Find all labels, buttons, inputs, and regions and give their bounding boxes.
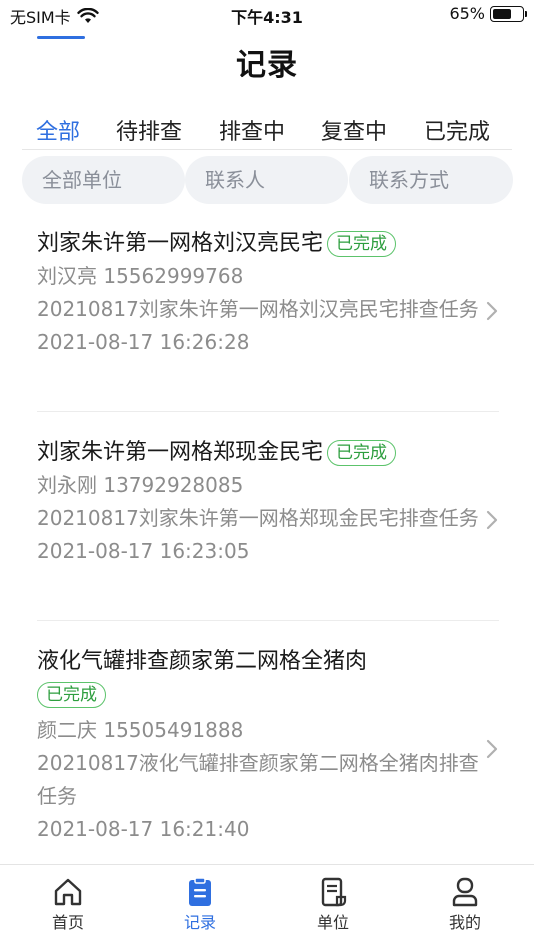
status-badge: 已完成 [327, 231, 397, 257]
tab-all[interactable]: 全部 [36, 114, 80, 146]
tab-rechecking[interactable]: 复查中 [321, 114, 387, 146]
record-title: 刘家朱许第一网格刘汉亮民宅 [37, 231, 324, 256]
tabbar-records[interactable]: 记录 [160, 877, 240, 933]
list-divider [37, 411, 499, 412]
battery-fill [493, 8, 512, 19]
record-description: 20210817刘家朱许第一网格刘汉亮民宅排查任务 [37, 297, 479, 321]
chevron-right-icon [486, 739, 498, 759]
tabbar-mine-label: 我的 [448, 913, 481, 932]
filter-bar: 全部单位 联系人 联系方式 [22, 156, 513, 204]
record-title-row: 刘家朱许第一网格刘汉亮民宅 已完成 [37, 228, 499, 260]
chevron-right-icon [486, 301, 498, 321]
bottom-tab-bar: 首页 记录 单位 我的 [0, 864, 534, 950]
tabbar-units[interactable]: 单位 [293, 877, 373, 933]
record-title: 液化气罐排查颜家第二网格全猪肉 [37, 649, 368, 674]
battery-percent: 65% [449, 4, 485, 23]
tabbar-units-label: 单位 [316, 913, 349, 932]
clipboard-icon [189, 877, 211, 906]
chevron-right-icon [486, 510, 498, 530]
tabbar-home-label: 首页 [51, 913, 84, 932]
tab-in-progress[interactable]: 排查中 [219, 114, 285, 146]
tab-completed[interactable]: 已完成 [424, 114, 490, 146]
record-contact: 颜二庆 15505491888 [37, 718, 244, 742]
phone-filter[interactable]: 联系方式 [349, 156, 513, 204]
record-time: 2021-08-17 16:26:28 [37, 330, 250, 354]
user-icon [452, 877, 478, 907]
contact-filter[interactable]: 联系人 [185, 156, 348, 204]
record-contact: 刘永刚 13792928085 [37, 473, 244, 497]
tabbar-home[interactable]: 首页 [28, 877, 108, 933]
record-time: 2021-08-17 16:21:40 [37, 817, 250, 841]
record-badge-row: 已完成 [37, 678, 499, 714]
document-icon [321, 877, 347, 907]
tabbar-mine[interactable]: 我的 [425, 877, 505, 933]
status-tabs: 全部 待排查 排查中 复查中 已完成 [22, 110, 512, 150]
status-badge: 已完成 [37, 682, 106, 708]
battery-icon [490, 5, 527, 22]
record-time: 2021-08-17 16:23:05 [37, 539, 250, 563]
record-item[interactable]: 刘家朱许第一网格郑现金民宅 已完成 刘永刚 13792928085 2021081… [37, 437, 499, 568]
record-item[interactable]: 液化气罐排查颜家第二网格全猪肉 已完成 颜二庆 15505491888 2021… [37, 646, 499, 846]
record-description: 20210817刘家朱许第一网格郑现金民宅排查任务 [37, 506, 479, 530]
status-badge: 已完成 [327, 440, 397, 466]
home-icon [54, 878, 82, 906]
battery-group: 65% [449, 4, 527, 23]
status-bar: 无SIM卡 下午4:31 65% [0, 0, 534, 30]
record-contact: 刘汉亮 15562999768 [37, 264, 244, 288]
page-title: 记录 [236, 48, 298, 83]
record-title-row: 刘家朱许第一网格郑现金民宅 已完成 [37, 437, 499, 469]
record-item[interactable]: 刘家朱许第一网格刘汉亮民宅 已完成 刘汉亮 15562999768 2021081… [37, 228, 499, 359]
tab-indicator [37, 36, 85, 39]
list-divider [37, 620, 499, 621]
record-title: 刘家朱许第一网格郑现金民宅 [37, 440, 324, 465]
unit-filter[interactable]: 全部单位 [22, 156, 185, 204]
tab-pending[interactable]: 待排查 [116, 114, 182, 146]
record-description: 20210817液化气罐排查颜家第二网格全猪肉排查任务 [37, 751, 479, 808]
tabbar-records-label: 记录 [183, 913, 216, 932]
